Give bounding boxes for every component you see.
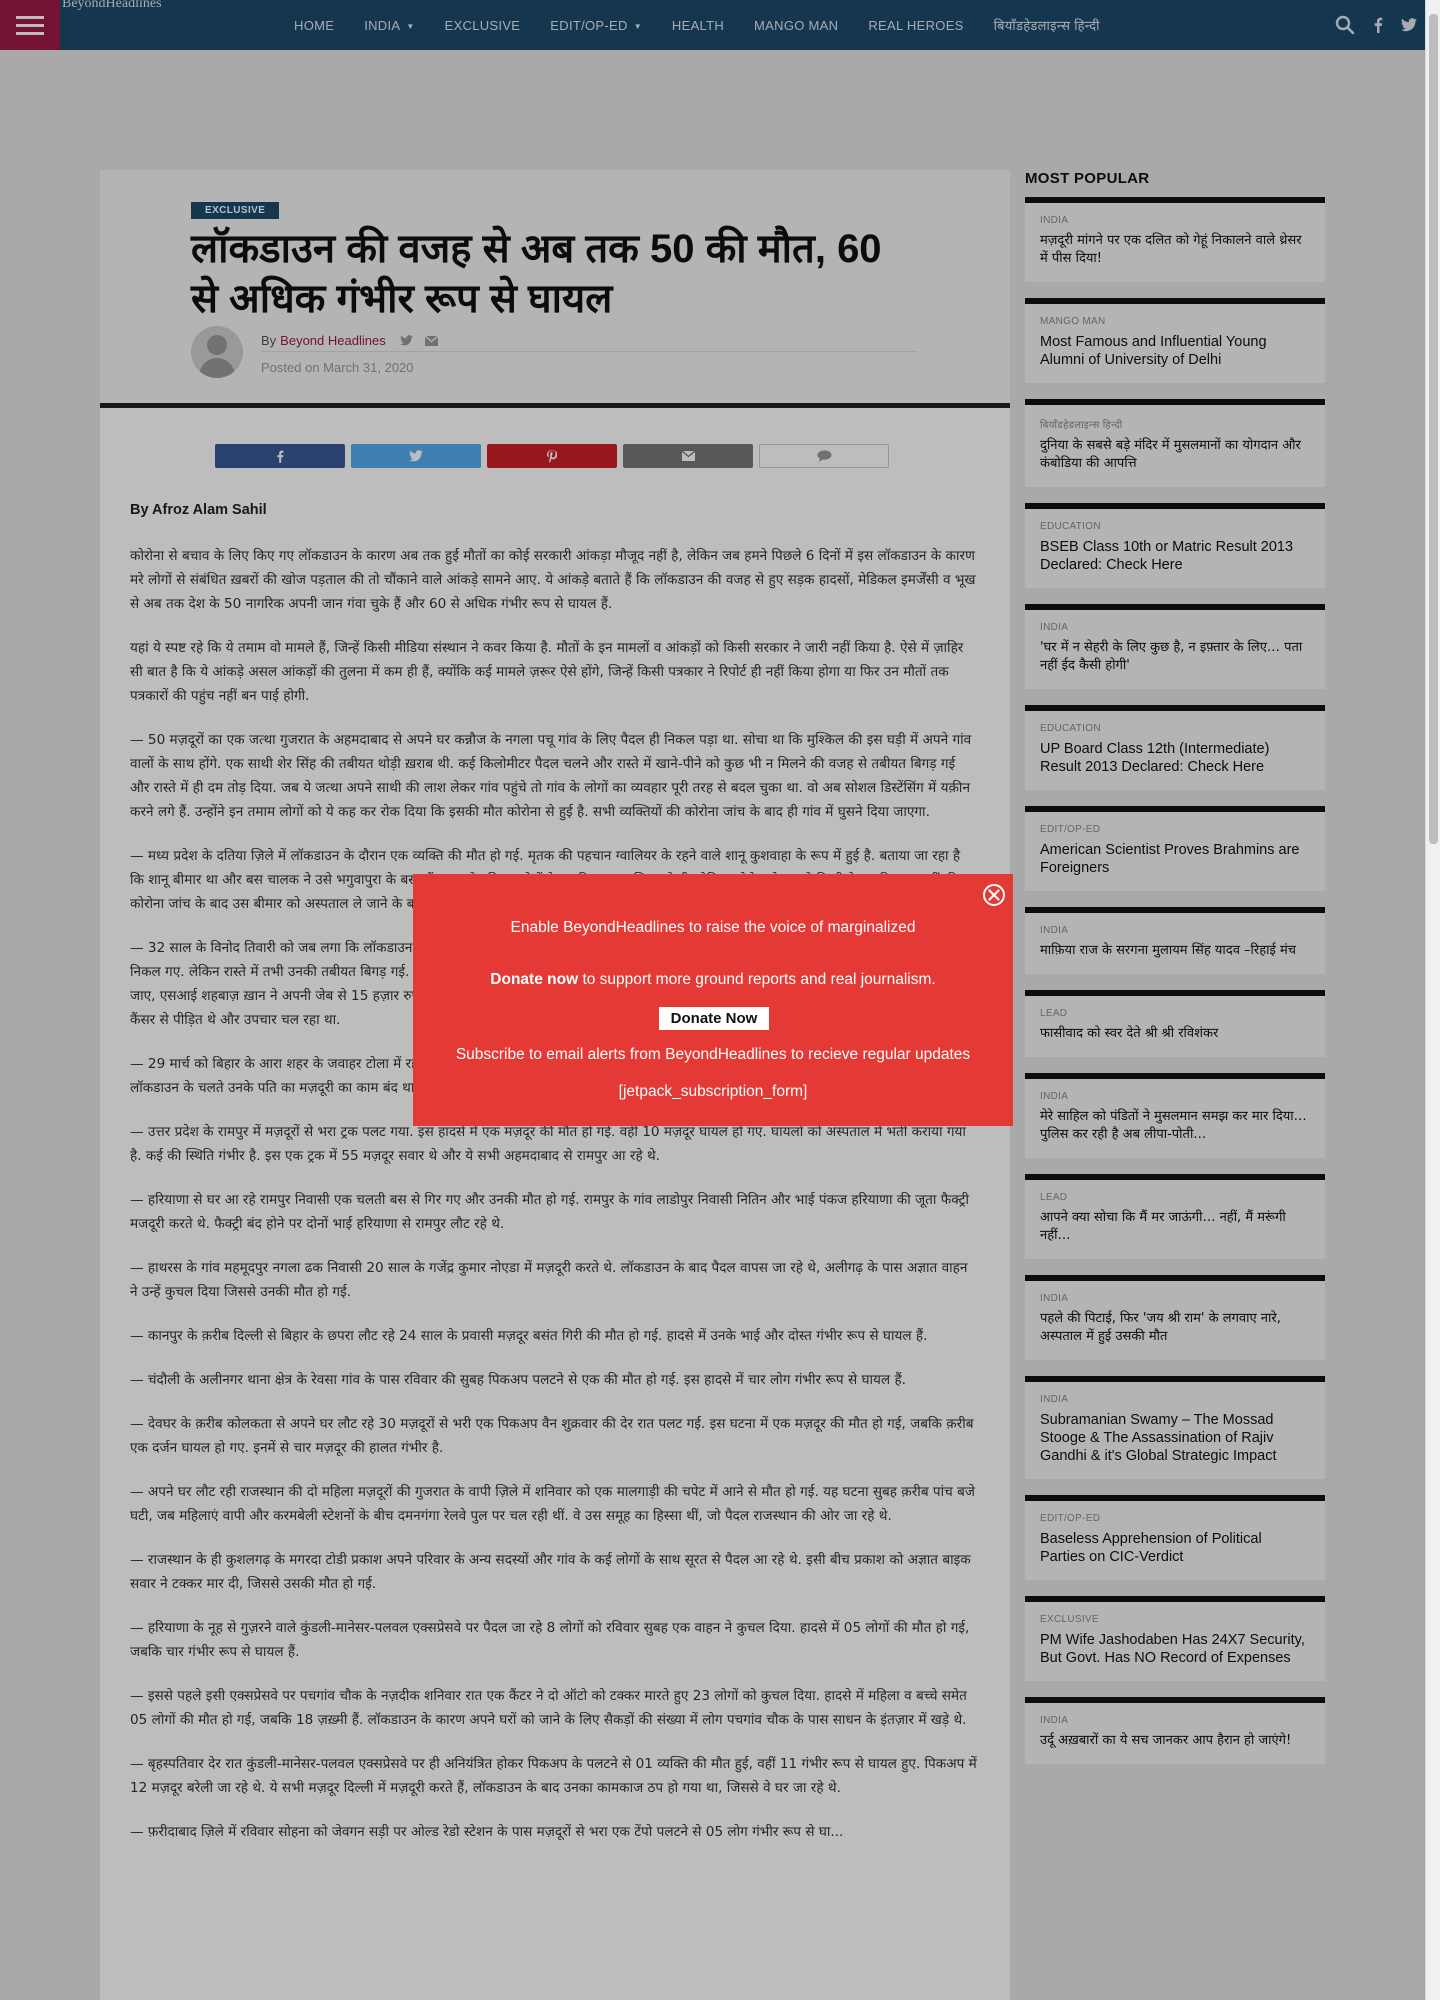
popup-donate-text: Donate now to support more ground report…	[490, 971, 936, 988]
popup-message: Enable BeyondHeadlines to raise the voic…	[510, 919, 916, 936]
popup-subscribe-text: Subscribe to email alerts from BeyondHea…	[455, 1046, 971, 1063]
donate-now-button[interactable]: Donate Now	[659, 1007, 769, 1030]
close-icon[interactable]	[983, 884, 1005, 906]
subscription-form-shortcode: [jetpack_subscription_form]	[618, 1083, 808, 1100]
page-scrollbar[interactable]	[1425, 0, 1440, 2000]
scrollbar-thumb[interactable]	[1429, 14, 1438, 844]
donate-popup: Enable BeyondHeadlines to raise the voic…	[413, 874, 1013, 1126]
donate-now-link[interactable]: Donate now	[490, 971, 578, 988]
